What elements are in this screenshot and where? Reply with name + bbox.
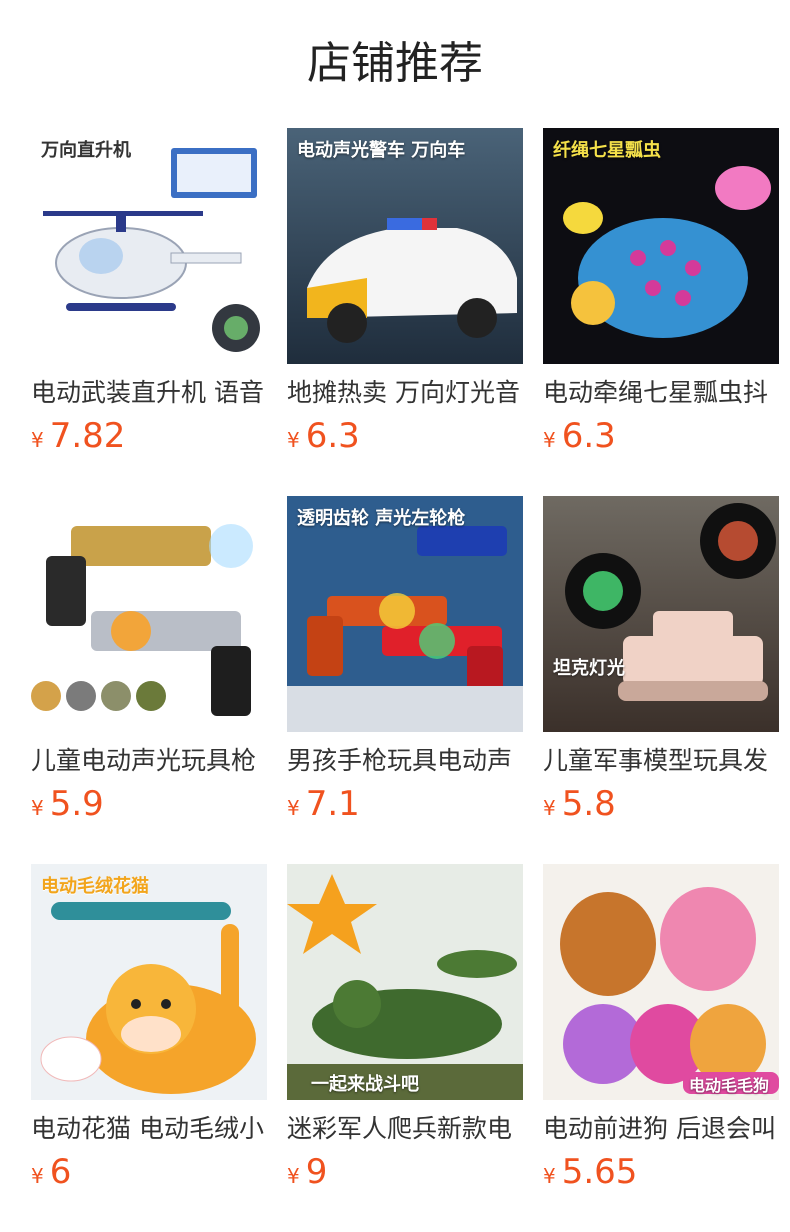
price-row: ¥5.65 [543, 1152, 637, 1196]
plush-cat-icon[interactable]: 电动毛绒花猫 [31, 864, 267, 1100]
price-row: ¥5.8 [543, 784, 616, 828]
product-name[interactable]: 电动牵绳七星瓢虫抖 [543, 376, 779, 410]
product-name[interactable]: 男孩手枪玩具电动声 [287, 744, 523, 778]
ladybug-toy-icon[interactable]: 纤绳七星瓢虫 [543, 128, 779, 364]
price-row: ¥6.3 [543, 416, 616, 460]
image-caption: 电动毛毛狗 [689, 1076, 770, 1095]
product-card[interactable]: 电动声光警车 万向车 地摊热卖 万向灯光音 ¥6.3 [287, 128, 523, 464]
currency-symbol: ¥ [31, 428, 44, 452]
product-price: 9 [305, 1152, 328, 1192]
image-caption: 透明齿轮 声光左轮枪 [297, 508, 466, 529]
product-price: 5.65 [561, 1152, 638, 1192]
price-row: ¥7.1 [287, 784, 360, 828]
image-caption: 万向直升机 [41, 140, 131, 161]
image-caption: 纤绳七星瓢虫 [553, 140, 661, 161]
currency-symbol: ¥ [31, 1164, 44, 1188]
currency-symbol: ¥ [31, 796, 44, 820]
product-name[interactable]: 迷彩军人爬兵新款电 [287, 1112, 523, 1146]
product-price: 7.1 [305, 784, 360, 824]
police-car-toy-icon[interactable]: 电动声光警车 万向车 [287, 128, 523, 364]
product-name[interactable]: 儿童电动声光玩具枪 [31, 744, 267, 778]
header: 店铺推荐 [0, 0, 790, 128]
product-price: 7.82 [49, 416, 126, 456]
price-row: ¥6 [31, 1152, 71, 1196]
plush-dog-icon[interactable]: 电动毛毛狗 [543, 864, 779, 1100]
product-name[interactable]: 电动花猫 电动毛绒小 [31, 1112, 267, 1146]
price-row: ¥5.9 [31, 784, 104, 828]
product-price: 5.9 [49, 784, 104, 824]
product-card[interactable]: 一起来战斗吧 迷彩军人爬兵新款电 ¥9 [287, 864, 523, 1200]
price-row: ¥9 [287, 1152, 327, 1196]
image-caption: 电动声光警车 万向车 [297, 140, 466, 161]
toy-gun-icon[interactable] [31, 496, 267, 732]
currency-symbol: ¥ [287, 796, 300, 820]
product-card[interactable]: 电动毛毛狗 电动前进狗 后退会叫 ¥5.65 [543, 864, 779, 1200]
currency-symbol: ¥ [543, 796, 556, 820]
product-card[interactable]: 透明齿轮 声光左轮枪 男孩手枪玩具电动声 ¥7.1 [287, 496, 523, 832]
price-row: ¥6.3 [287, 416, 360, 460]
image-caption: 坦克灯光 [553, 658, 625, 679]
product-price: 5.8 [561, 784, 616, 824]
tank-toy-icon[interactable]: 坦克灯光 [543, 496, 779, 732]
product-name[interactable]: 儿童军事模型玩具发 [543, 744, 779, 778]
product-card[interactable]: 万向直升机 电动武装直升机 语音 ¥7.82 [31, 128, 267, 464]
product-name[interactable]: 电动武装直升机 语音 [31, 376, 267, 410]
currency-symbol: ¥ [287, 1164, 300, 1188]
product-card[interactable]: 电动毛绒花猫 电动花猫 电动毛绒小 ¥6 [31, 864, 267, 1200]
gear-revolver-icon[interactable]: 透明齿轮 声光左轮枪 [287, 496, 523, 732]
product-name[interactable]: 地摊热卖 万向灯光音 [287, 376, 523, 410]
product-card[interactable]: 坦克灯光 儿童军事模型玩具发 ¥5.8 [543, 496, 779, 832]
page-title: 店铺推荐 [307, 38, 483, 89]
product-price: 6 [49, 1152, 72, 1192]
image-caption: 电动毛绒花猫 [41, 876, 149, 897]
currency-symbol: ¥ [287, 428, 300, 452]
image-caption: 一起来战斗吧 [311, 1074, 419, 1095]
currency-symbol: ¥ [543, 428, 556, 452]
product-price: 6.3 [305, 416, 360, 456]
price-row: ¥7.82 [31, 416, 125, 460]
product-card[interactable]: 儿童电动声光玩具枪 ¥5.9 [31, 496, 267, 832]
helicopter-toy-icon[interactable]: 万向直升机 [31, 128, 267, 364]
crawling-soldier-icon[interactable]: 一起来战斗吧 [287, 864, 523, 1100]
product-card[interactable]: 纤绳七星瓢虫 电动牵绳七星瓢虫抖 ¥6.3 [543, 128, 779, 464]
currency-symbol: ¥ [543, 1164, 556, 1188]
product-price: 6.3 [561, 416, 616, 456]
product-name[interactable]: 电动前进狗 后退会叫 [543, 1112, 779, 1146]
